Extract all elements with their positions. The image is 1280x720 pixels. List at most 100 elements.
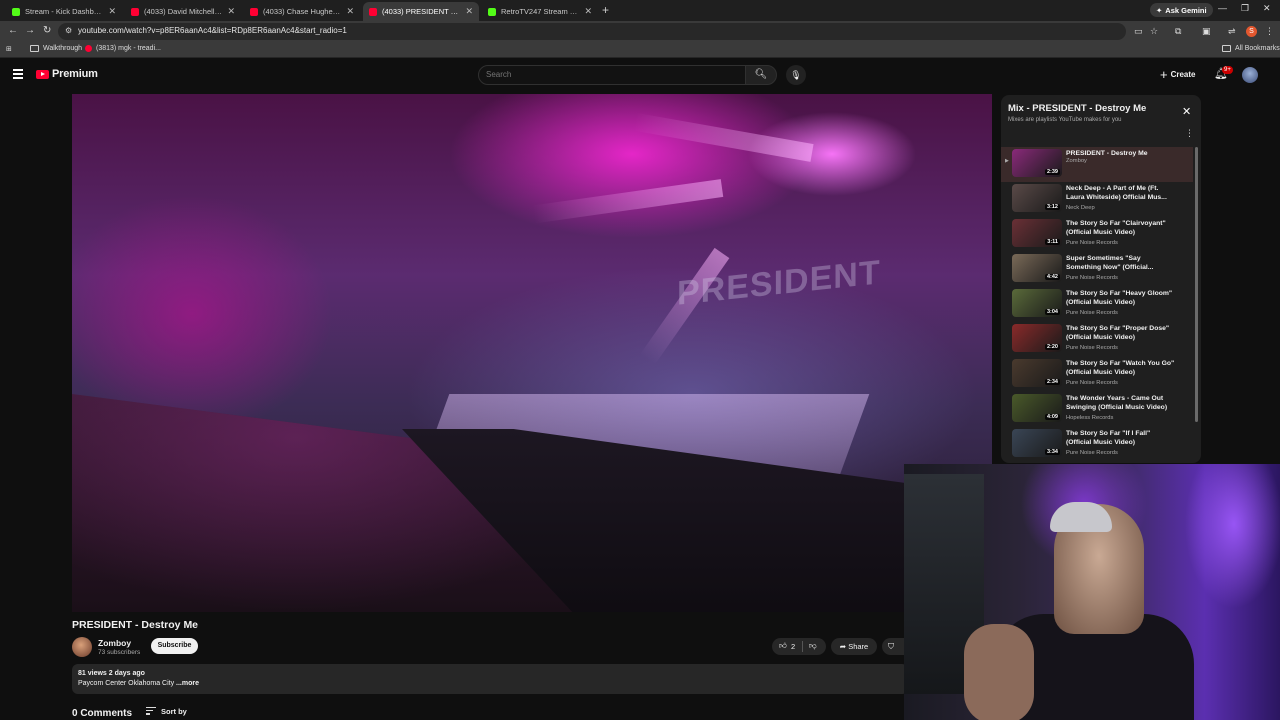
playlist-item-title: The Wonder Years - Came Out Swinging (Of… — [1066, 395, 1168, 411]
sidebar-icon[interactable]: ▣ — [1202, 26, 1211, 37]
duration-badge: 2:39 — [1044, 169, 1060, 175]
plus-icon: + — [1160, 67, 1168, 82]
close-tab-icon[interactable]: ✕ — [346, 6, 354, 17]
browser-tab[interactable]: (4033) Chase Hughes - YouTub ✕ — [244, 2, 360, 21]
browser-tab[interactable]: RetroTV247 Stream - Watch Liv ✕ — [482, 2, 598, 21]
description-box[interactable]: 81 views 2 days ago Paycom Center Oklaho… — [72, 664, 908, 694]
video-thumbnail[interactable]: 4:42 — [1012, 254, 1062, 282]
kick-icon — [488, 7, 496, 16]
share-icon: ➦ — [839, 642, 847, 651]
playlist-item[interactable]: ▶ 2:39 PRESIDENT - Destroy Me Zomboy — [1001, 147, 1193, 182]
sort-icon — [146, 707, 156, 717]
microphone-icon: 🎙︎ — [790, 70, 802, 80]
playlist-item-title: The Story So Far "Heavy Gloom" (Official… — [1066, 290, 1173, 306]
back-icon[interactable]: ← — [8, 25, 18, 36]
playlist-item-channel: Pure Noise Records — [1066, 345, 1118, 351]
more-options-icon[interactable]: ⋮ — [1185, 128, 1194, 139]
address-bar-row: ← → ↻ ⚙ youtube.com/watch?v=p8ER6aanAc4&… — [0, 21, 1280, 42]
video-player[interactable]: PRESIDENT — [72, 94, 992, 612]
playlist-item[interactable]: 3:34 The Story So Far "If I Fall" (Offici… — [1001, 427, 1193, 462]
close-tab-icon[interactable]: ✕ — [465, 6, 473, 17]
browser-tab-active[interactable]: (4033) PRESIDENT - Destroy Me ✕ — [363, 2, 479, 21]
playlist-item[interactable]: 3:04 The Story So Far "Heavy Gloom" (Offi… — [1001, 287, 1193, 322]
mix-title[interactable]: Mix - PRESIDENT - Destroy Me — [1008, 103, 1146, 114]
subscribe-button[interactable]: Subscribe — [151, 638, 198, 654]
create-button[interactable]: + Create — [1160, 67, 1196, 82]
playlist-scrollbar[interactable] — [1195, 147, 1198, 422]
youtube-icon — [250, 7, 258, 16]
account-avatar[interactable] — [1242, 67, 1258, 83]
close-tab-icon[interactable]: ✕ — [584, 6, 592, 17]
youtube-icon — [131, 7, 139, 16]
dislike-icon[interactable]: 👎︎ — [809, 641, 817, 651]
video-thumbnail[interactable]: 4:09 — [1012, 394, 1062, 422]
share-label: Share — [848, 642, 869, 651]
forward-icon[interactable]: → — [25, 25, 35, 36]
views-and-date: 81 views 2 days ago — [78, 670, 145, 677]
video-thumbnail[interactable]: 3:12 — [1012, 184, 1062, 212]
channel-name[interactable]: Zomboy — [98, 638, 131, 648]
playlist-item-channel: Pure Noise Records — [1066, 275, 1118, 281]
playlist-item-channel: Hopeless Records — [1066, 415, 1114, 421]
video-thumbnail[interactable]: 2:34 — [1012, 359, 1062, 387]
ask-gemini-button[interactable]: ✦ Ask Gemini — [1150, 3, 1213, 17]
bookmark-mgk[interactable]: (3813) mgk - treadi... — [85, 45, 161, 52]
window-close-icon[interactable]: ✕ — [1263, 3, 1271, 14]
playlist-item[interactable]: 4:09 The Wonder Years - Came Out Swinging… — [1001, 392, 1193, 427]
folder-icon — [30, 45, 39, 52]
duration-badge: 3:12 — [1044, 204, 1060, 210]
browser-tab[interactable]: (4033) David Mitchell vs. Bob M ✕ — [125, 2, 241, 21]
cast-icon[interactable]: ▭ — [1134, 26, 1143, 37]
share-button[interactable]: ➦ Share — [831, 638, 877, 655]
voice-search-button[interactable]: 🎙︎ — [786, 65, 806, 85]
browser-tab[interactable]: Stream - Kick Dashboard ✕ — [6, 2, 122, 21]
youtube-logo[interactable]: Premium — [36, 68, 98, 80]
playlist-item-channel: Neck Deep — [1066, 205, 1095, 211]
close-tab-icon[interactable]: ✕ — [108, 6, 116, 17]
extensions-icon[interactable]: ⧉ — [1175, 26, 1181, 37]
kick-icon — [12, 7, 20, 16]
all-bookmarks[interactable]: All Bookmarks — [1222, 45, 1280, 52]
playlist-item-title: The Story So Far "Watch You Go" (Officia… — [1066, 360, 1175, 376]
browser-menu-icon[interactable]: ⋮ — [1265, 26, 1274, 37]
channel-avatar[interactable] — [72, 637, 92, 657]
playlist-item[interactable]: 4:42 Super Sometimes "Say Something Now" … — [1001, 252, 1193, 287]
close-tab-icon[interactable]: ✕ — [227, 6, 235, 17]
search-input[interactable] — [479, 66, 745, 83]
sort-by-button[interactable]: Sort by — [146, 707, 187, 717]
downloads-icon[interactable]: ⇌ — [1228, 26, 1236, 37]
video-thumbnail[interactable]: 3:11 — [1012, 219, 1062, 247]
profile-avatar[interactable]: S — [1246, 26, 1257, 37]
playlist-item-title: Neck Deep - A Part of Me (Ft. Laura Whit… — [1066, 185, 1167, 201]
video-thumbnail[interactable]: 3:04 — [1012, 289, 1062, 317]
bookmark-walkthrough[interactable]: Walkthrough — [30, 45, 82, 52]
like-icon[interactable]: 👍︎ — [779, 641, 787, 651]
video-thumbnail[interactable]: 2:39 — [1012, 149, 1062, 177]
duration-badge: 4:42 — [1044, 274, 1060, 280]
maximize-icon[interactable]: ❐ — [1241, 3, 1249, 14]
tab-title: (4033) PRESIDENT - Destroy Me — [382, 7, 461, 16]
search-button[interactable]: 🔍︎ — [745, 65, 777, 85]
playlist-item[interactable]: 2:34 The Story So Far "Watch You Go" (Off… — [1001, 357, 1193, 392]
apps-icon[interactable]: ⊞ — [6, 45, 12, 53]
reload-icon[interactable]: ↻ — [43, 25, 51, 36]
url-text[interactable]: youtube.com/watch?v=p8ER6aanAc4&list=RDp… — [78, 26, 347, 35]
video-thumbnail[interactable]: 3:34 — [1012, 429, 1062, 457]
playlist-item[interactable]: 3:12 Neck Deep - A Part of Me (Ft. Laura … — [1001, 182, 1193, 217]
bookmark-star-icon[interactable]: ☆ — [1150, 26, 1158, 37]
stage-light-beam — [532, 179, 724, 224]
close-icon[interactable]: ✕ — [1182, 105, 1191, 118]
gemini-icon: ✦ — [1156, 5, 1163, 15]
playlist-item-title: The Story So Far "Clairvoyant" (Official… — [1066, 220, 1166, 236]
playlist-item-channel: Pure Noise Records — [1066, 240, 1118, 246]
playlist-item[interactable]: 3:11 The Story So Far "Clairvoyant" (Offi… — [1001, 217, 1193, 252]
playlist-item[interactable]: 2:20 The Story So Far "Proper Dose" (Offi… — [1001, 322, 1193, 357]
address-bar[interactable]: ⚙ youtube.com/watch?v=p8ER6aanAc4&list=R… — [58, 23, 1126, 40]
minimize-icon[interactable]: — — [1218, 3, 1227, 13]
site-info-icon[interactable]: ⚙ — [65, 26, 72, 35]
more-link[interactable]: ...more — [176, 680, 199, 687]
new-tab-icon[interactable]: + — [602, 3, 609, 17]
menu-icon[interactable] — [13, 69, 23, 81]
video-thumbnail[interactable]: 2:20 — [1012, 324, 1062, 352]
video-title: PRESIDENT - Destroy Me — [72, 619, 199, 631]
